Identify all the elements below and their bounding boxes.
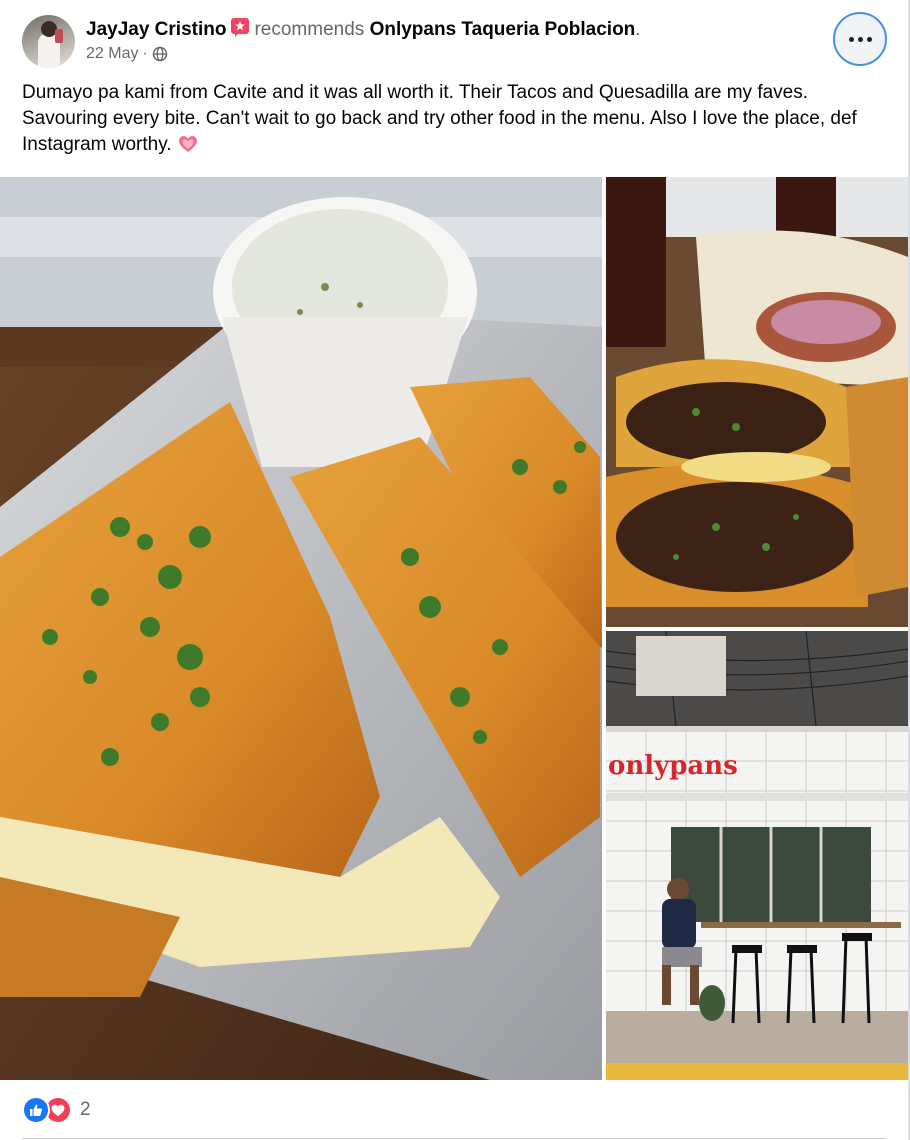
reactions-summary[interactable]: 2 [22,1096,91,1124]
more-options-button[interactable] [833,12,887,66]
post-caption: Dumayo pa kami from Cavite and it was al… [22,80,882,158]
post-header: JayJay Cristino recommends Onlypans Taqu… [86,17,641,42]
more-options-icon [848,36,872,42]
photo-storefront[interactable]: onlypans [606,631,908,1080]
heart-emoji [178,136,197,152]
photo-birria-tacos[interactable] [606,177,908,627]
actions-divider [22,1138,886,1139]
quesadilla-image [0,177,602,1080]
tacos-image [606,177,908,627]
photo-quesadilla[interactable] [0,177,602,1080]
post-meta: 22 May · [86,45,168,63]
recommend-badge-icon [231,18,250,37]
author-avatar[interactable] [22,15,75,68]
author-name-link[interactable]: JayJay Cristino [86,19,226,40]
storefront-image: onlypans [606,631,908,1080]
page-name-link[interactable]: Onlypans Taqueria Poblacion [370,19,636,40]
caption-text: Dumayo pa kami from Cavite and it was al… [22,82,857,155]
post-card: JayJay Cristino recommends Onlypans Taqu… [0,0,910,1140]
post-date-link[interactable]: 22 May [86,45,138,63]
reaction-count: 2 [80,1099,91,1120]
recommends-text: recommends [254,19,365,40]
header-period: . [635,19,641,40]
globe-icon[interactable] [152,46,168,62]
like-icon [22,1096,50,1124]
meta-separator: · [142,45,148,62]
store-sign-text: onlypans [608,751,738,781]
